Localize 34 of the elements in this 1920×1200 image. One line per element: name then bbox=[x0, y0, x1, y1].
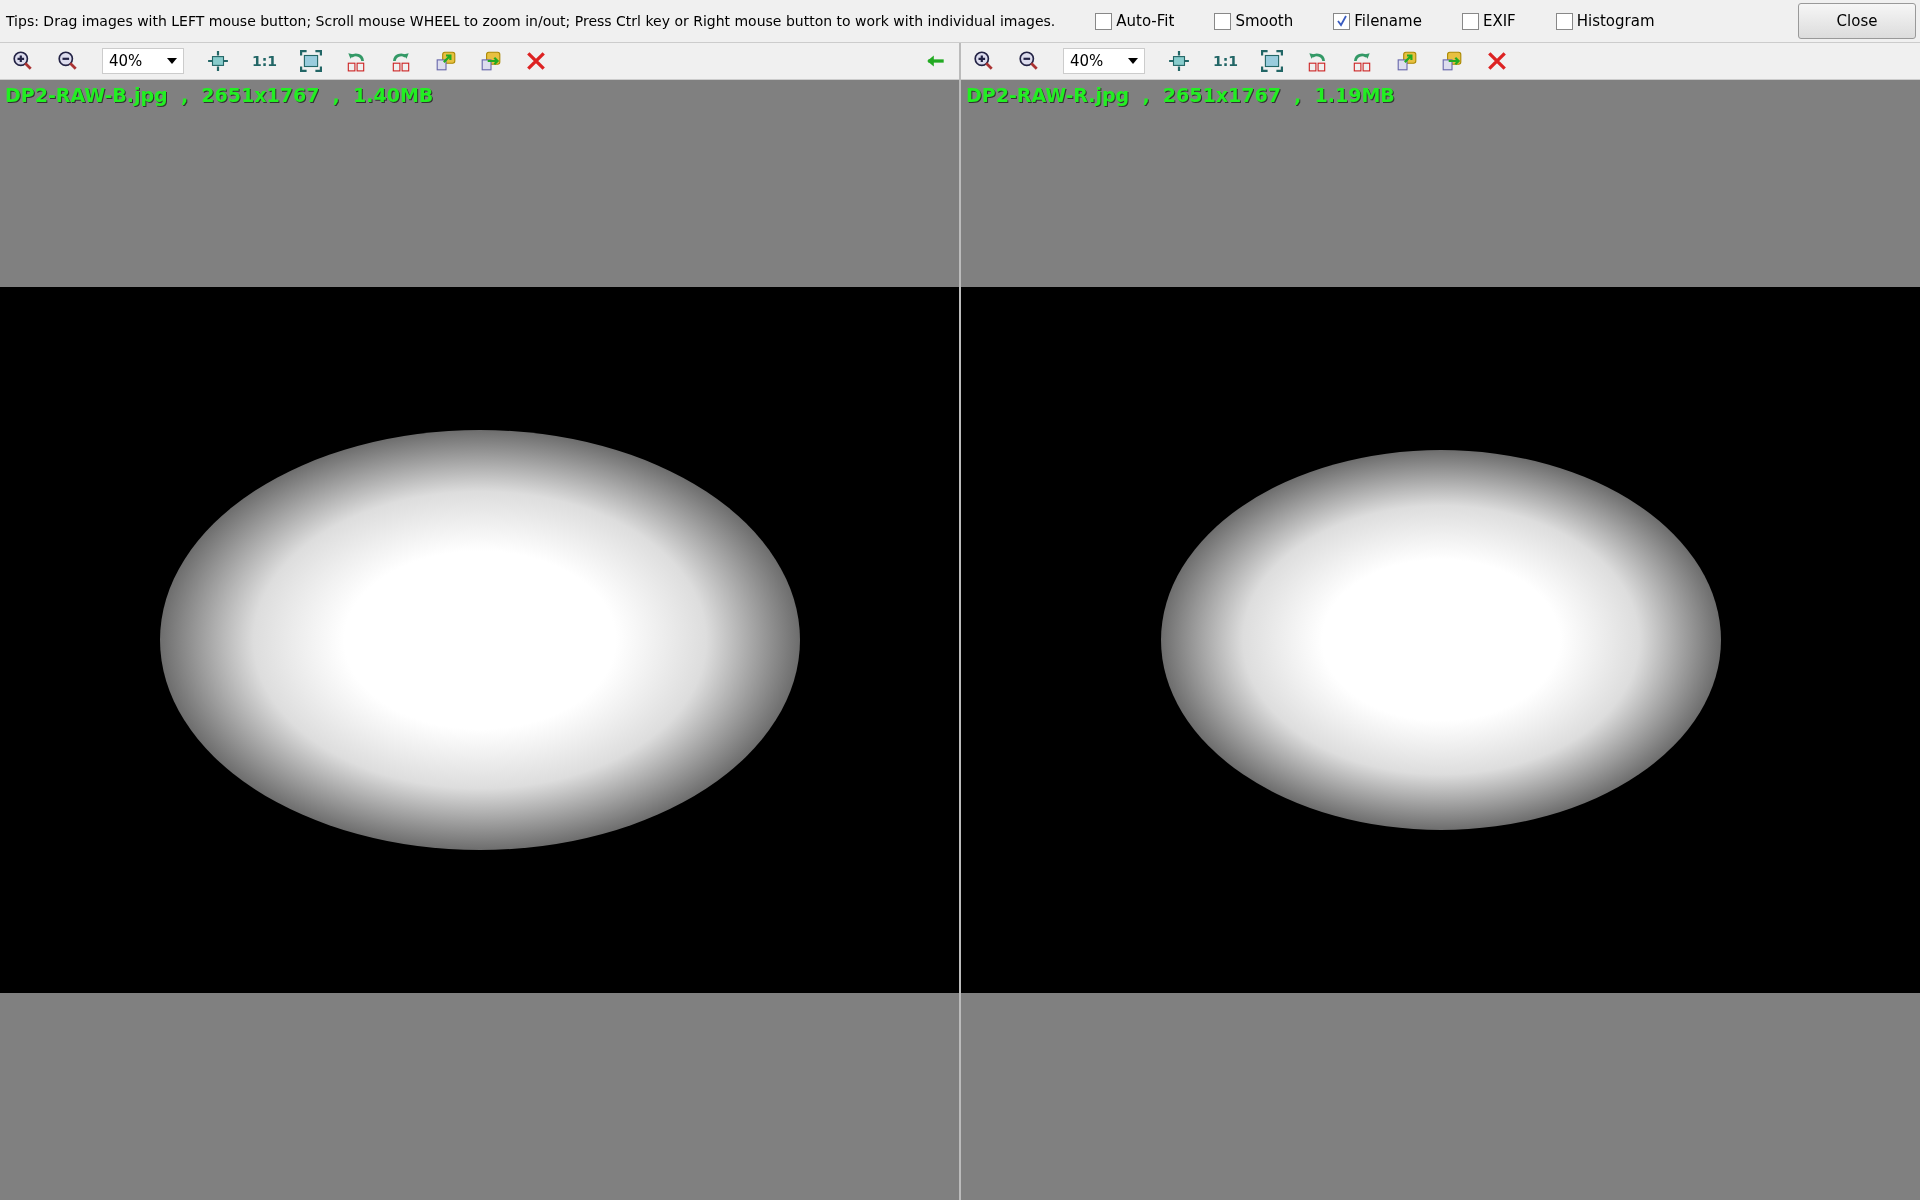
checkbox[interactable] bbox=[1555, 12, 1573, 30]
option-checkbox[interactable]: Auto-Fit bbox=[1095, 12, 1175, 30]
zoom-in-icon[interactable] bbox=[973, 50, 995, 72]
checkbox[interactable] bbox=[1461, 12, 1479, 30]
export-icon[interactable] bbox=[1396, 50, 1419, 72]
full-screen-icon[interactable] bbox=[1261, 50, 1284, 72]
close-icon[interactable] bbox=[525, 50, 548, 72]
caret-icon bbox=[1128, 58, 1138, 64]
checkbox[interactable] bbox=[1333, 12, 1351, 30]
full-screen-icon[interactable] bbox=[300, 50, 323, 72]
zoom-dropdown[interactable]: 40% bbox=[102, 48, 184, 74]
actual-size-button[interactable]: 1:1 bbox=[252, 53, 278, 69]
close-icon[interactable] bbox=[1486, 50, 1509, 72]
zoom-out-icon[interactable] bbox=[1018, 50, 1040, 72]
move-icon[interactable] bbox=[480, 50, 503, 72]
image-caption: DP2-RAW-R.jpg , 2651x1767 , 1.19MB bbox=[966, 84, 1395, 106]
zoom-out-icon[interactable] bbox=[57, 50, 79, 72]
zoom-dropdown[interactable]: 40% bbox=[1063, 48, 1145, 74]
tips-text: Tips: Drag images with LEFT mouse button; Scroll mouse WHEEL to zoom in/out; Press Ctrl key or Right mouse button to work with individual images. bbox=[6, 13, 1056, 29]
checkbox[interactable] bbox=[1095, 12, 1113, 30]
option-checkbox[interactable]: Filename bbox=[1333, 12, 1422, 30]
option-checkbox[interactable]: Histogram bbox=[1555, 12, 1655, 30]
close-button[interactable]: Close bbox=[1798, 3, 1916, 39]
zoom-in-icon[interactable] bbox=[12, 50, 34, 72]
image-caption: DP2-RAW-B.jpg , 2651x1767 , 1.40MB bbox=[5, 84, 434, 106]
option-checkbox[interactable]: Smooth bbox=[1214, 12, 1294, 30]
caret-icon bbox=[167, 58, 177, 64]
option-checkbox[interactable]: EXIF bbox=[1461, 12, 1516, 30]
checkbox[interactable] bbox=[1214, 12, 1232, 30]
export-icon[interactable] bbox=[435, 50, 458, 72]
move-icon[interactable] bbox=[1441, 50, 1464, 72]
fit-icon[interactable] bbox=[1168, 50, 1190, 72]
actual-size-button[interactable]: 1:1 bbox=[1213, 53, 1239, 69]
fit-icon[interactable] bbox=[207, 50, 229, 72]
